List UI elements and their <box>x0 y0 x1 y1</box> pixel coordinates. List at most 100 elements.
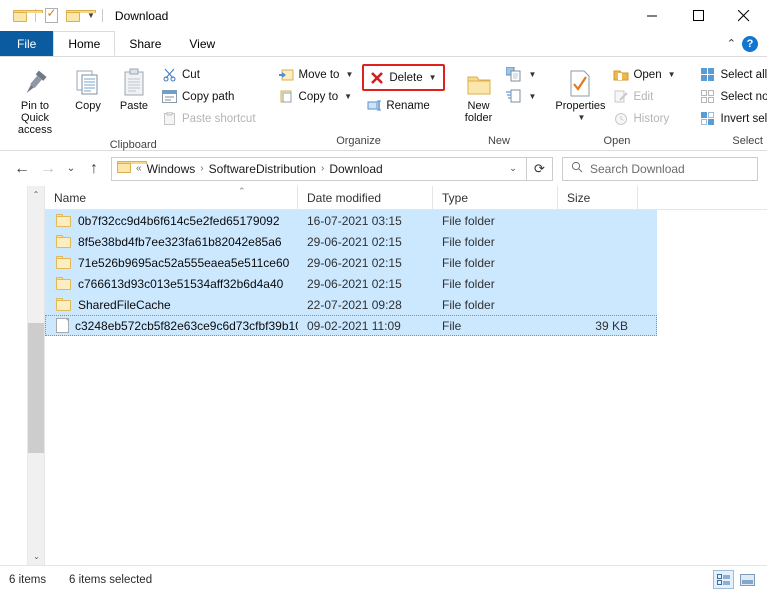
collapse-ribbon-chevron-up-icon[interactable]: ⌃ <box>727 37 736 50</box>
scrollbar-thumb[interactable] <box>28 323 44 453</box>
folder-icon[interactable] <box>9 5 31 27</box>
chevron-down-icon[interactable]: ▼ <box>529 92 537 101</box>
table-row[interactable]: SharedFileCache 22-07-2021 09:28 File fo… <box>45 294 657 315</box>
navigation-pane[interactable]: ⌃ ⌄ <box>0 186 44 565</box>
breadcrumb-item-windows[interactable]: Windows <box>143 162 200 176</box>
scroll-up-arrow-icon[interactable]: ⌃ <box>28 186 44 203</box>
invert-selection-button[interactable]: Invert selection <box>697 108 767 129</box>
edit-button[interactable]: Edit <box>609 86 680 107</box>
rename-button[interactable]: Rename <box>362 95 444 116</box>
new-folder-button[interactable]: New folder <box>457 62 501 126</box>
date-modified-cell: 29-06-2021 02:15 <box>298 235 433 249</box>
chevron-down-icon[interactable]: ▼ <box>577 112 585 124</box>
table-row[interactable]: 0b7f32cc9d4b6f614c5e2fed65179092 16-07-2… <box>45 210 657 231</box>
table-row[interactable]: c766613d93c013e51534aff32b6d4a40 29-06-2… <box>45 273 657 294</box>
edit-label: Edit <box>633 91 653 103</box>
forward-arrow-icon[interactable]: → <box>35 156 61 182</box>
new-item-button[interactable]: ▼ <box>503 64 542 85</box>
file-name-cell[interactable]: c766613d93c013e51534aff32b6d4a40 <box>45 277 298 291</box>
invert-selection-label: Invert selection <box>721 113 767 125</box>
file-name-cell[interactable]: 71e526b9695ac52a555eaea5e511ce60 <box>45 256 298 270</box>
copy-button[interactable]: Copy <box>66 62 110 114</box>
type-cell: File folder <box>433 256 558 270</box>
chevron-down-icon[interactable]: ▼ <box>668 70 676 79</box>
file-name-cell[interactable]: 0b7f32cc9d4b6f614c5e2fed65179092 <box>45 214 298 228</box>
scroll-down-arrow-icon[interactable]: ⌄ <box>28 548 44 565</box>
title-bar: ▼ Download <box>0 0 767 31</box>
tab-view[interactable]: View <box>175 31 229 56</box>
large-icons-view-button[interactable] <box>737 570 758 589</box>
table-row[interactable]: 8f5e38bd4fb7ee323fa61b82042e85a6 29-06-2… <box>45 231 657 252</box>
chevron-down-icon[interactable]: ▼ <box>429 73 437 82</box>
ribbon-group-clipboard: Pin to Quick access <box>0 57 267 150</box>
group-label-new: New <box>451 134 548 150</box>
size-cell: 39 KB <box>558 319 638 333</box>
select-none-label: Select none <box>721 91 767 103</box>
table-row[interactable]: 71e526b9695ac52a555eaea5e511ce60 29-06-2… <box>45 252 657 273</box>
copy-to-label: Copy to <box>299 91 339 103</box>
properties-label: Properties <box>555 100 605 112</box>
column-headers: Name Date modified Type Size ⌃ <box>45 186 767 210</box>
file-name-cell[interactable]: c3248eb572cb5f82e63ce9c6d73cfbf39b10... <box>45 318 298 333</box>
tab-share[interactable]: Share <box>115 31 175 56</box>
maximize-icon[interactable] <box>675 0 721 31</box>
cut-label: Cut <box>182 69 200 81</box>
back-arrow-icon[interactable]: ← <box>9 156 35 182</box>
file-name-cell[interactable]: SharedFileCache <box>45 298 298 312</box>
open-button[interactable]: Open ▼ <box>609 64 680 85</box>
copy-path-button[interactable]: Copy path <box>158 86 261 107</box>
ribbon: Pin to Quick access <box>0 56 767 151</box>
delete-x-icon <box>368 71 385 85</box>
breadcrumb[interactable]: « Windows › SoftwareDistribution › Downl… <box>111 157 527 181</box>
delete-button[interactable]: Delete ▼ <box>366 67 438 88</box>
breadcrumb-folder-icon <box>117 161 132 176</box>
pin-to-quick-access-button[interactable]: Pin to Quick access <box>6 62 64 138</box>
file-name-label: c3248eb572cb5f82e63ce9c6d73cfbf39b10... <box>75 319 298 333</box>
new-item-icon <box>506 67 523 82</box>
ribbon-tab-actions: ⌃ ? <box>727 31 767 56</box>
help-icon[interactable]: ? <box>742 36 758 52</box>
tab-file[interactable]: File <box>0 31 53 56</box>
file-name-cell[interactable]: 8f5e38bd4fb7ee323fa61b82042e85a6 <box>45 235 298 249</box>
status-bar: 6 items 6 items selected <box>0 565 767 593</box>
paste-shortcut-button[interactable]: Paste shortcut <box>158 108 261 129</box>
date-modified-cell: 09-02-2021 11:09 <box>298 319 433 333</box>
copy-icon <box>74 64 102 98</box>
column-header-size[interactable]: Size <box>558 186 638 210</box>
breadcrumb-overflow[interactable]: « <box>135 163 143 174</box>
up-arrow-icon[interactable]: ↑ <box>81 156 107 182</box>
history-button[interactable]: History <box>609 108 680 129</box>
new-folder-icon[interactable] <box>62 5 84 27</box>
navigation-pane-scrollbar[interactable]: ⌃ ⌄ <box>27 186 44 565</box>
type-cell: File folder <box>433 235 558 249</box>
breadcrumb-item-download[interactable]: Download <box>325 162 386 176</box>
breadcrumb-item-softwaredistribution[interactable]: SoftwareDistribution <box>205 162 320 176</box>
select-all-button[interactable]: Select all <box>697 64 767 85</box>
recent-locations-chevron-down-icon[interactable]: ⌄ <box>61 156 81 182</box>
properties-button[interactable]: Properties ▼ <box>553 62 607 126</box>
minimize-icon[interactable] <box>629 0 675 31</box>
column-header-date-modified[interactable]: Date modified <box>298 186 433 210</box>
search-input[interactable]: Search Download <box>562 157 758 181</box>
properties-icon[interactable] <box>40 5 62 27</box>
move-to-button[interactable]: Move to ▼ <box>275 64 359 85</box>
easy-access-button[interactable]: ▼ <box>503 86 542 107</box>
cut-button[interactable]: Cut <box>158 64 261 85</box>
select-none-button[interactable]: Select none <box>697 86 767 107</box>
breadcrumb-dropdown-chevron-down-icon[interactable]: ⌄ <box>502 163 524 174</box>
column-header-type[interactable]: Type <box>433 186 558 210</box>
details-view-button[interactable] <box>713 570 734 589</box>
paste-button[interactable]: Paste <box>112 62 156 114</box>
close-icon[interactable] <box>721 0 767 31</box>
chevron-down-icon[interactable]: ▼ <box>345 70 353 79</box>
tab-home[interactable]: Home <box>53 31 115 56</box>
chevron-down-icon[interactable]: ▼ <box>529 70 537 79</box>
copy-to-button[interactable]: Copy to ▼ <box>275 86 359 107</box>
column-header-name[interactable]: Name <box>45 186 298 210</box>
refresh-icon[interactable]: ⟳ <box>527 157 553 181</box>
explorer-body: ⌃ ⌄ Name Date modified Type Size ⌃ 0b7f3… <box>0 186 767 565</box>
date-modified-cell: 29-06-2021 02:15 <box>298 256 433 270</box>
chevron-down-icon[interactable]: ▼ <box>344 92 352 101</box>
table-row[interactable]: c3248eb572cb5f82e63ce9c6d73cfbf39b10... … <box>45 315 657 336</box>
search-placeholder: Search Download <box>590 162 685 176</box>
